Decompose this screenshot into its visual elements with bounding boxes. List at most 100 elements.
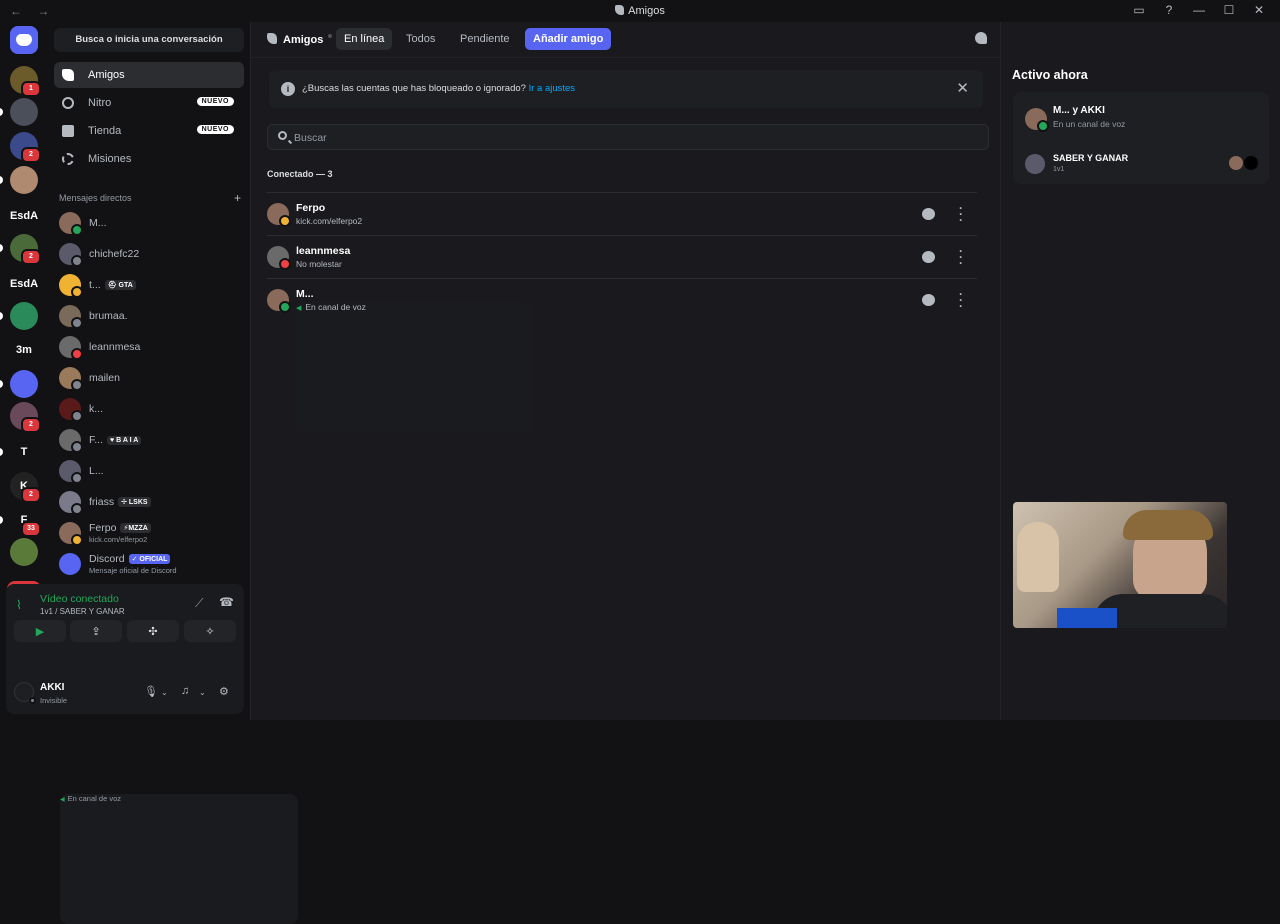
dm-name: brumaa. (89, 310, 128, 322)
friend-row[interactable]: Ferpo kick.com/elferpo2 · · · (267, 192, 977, 234)
inbox-icon[interactable]: ▭ (1124, 3, 1154, 17)
add-friend-button[interactable]: Añadir amigo (525, 28, 612, 50)
server-icon[interactable]: K2 (10, 472, 41, 503)
friend-status-text: kick.com/elferpo2 (296, 216, 363, 226)
dm-info: t... ⛑ GTA (89, 279, 136, 291)
title-bar: ← → Amigos ▭ ? — ☐ ✕ (0, 0, 1280, 22)
chevron-down-icon[interactable]: ⌄ (199, 688, 206, 697)
conversation-search-button[interactable]: Busca o inicia una conversación (54, 28, 244, 52)
more-options-icon[interactable]: · · · (959, 245, 963, 269)
tab-all[interactable]: Todos (398, 28, 443, 50)
dm-item[interactable]: mailen (54, 364, 244, 392)
avatar (59, 305, 83, 329)
unread-indicator (0, 516, 3, 524)
friend-name: M... (296, 288, 314, 300)
server-icon[interactable]: EsdA (10, 202, 38, 230)
nav-quests[interactable]: Misiones (54, 146, 244, 172)
dm-item[interactable]: Ferpo ⚡MZZA kick.com/elferpo2 (54, 519, 244, 547)
home-button[interactable] (10, 26, 38, 54)
status-indicator (71, 255, 83, 267)
noise-suppression-icon[interactable]: ⟋ (195, 596, 203, 611)
video-preview[interactable] (1013, 502, 1227, 628)
microphone-icon[interactable]: 🎙︎ (144, 685, 158, 698)
tab-online[interactable]: En línea (336, 28, 393, 50)
message-icon[interactable] (922, 251, 935, 263)
server-icon[interactable] (0, 370, 38, 398)
server-icon[interactable]: 3m (10, 336, 38, 364)
nitro-icon (62, 97, 74, 109)
window-title-text: Amigos (628, 5, 665, 17)
server-icon[interactable] (0, 98, 38, 126)
create-dm-button[interactable]: + (234, 191, 241, 205)
dm-name-row: mailen (89, 372, 120, 384)
activities-button[interactable]: ✣ (127, 620, 179, 642)
avatar (59, 367, 83, 391)
avatar (267, 289, 291, 313)
user-panel: AKKI Invisible 🎙︎ ⌄ ♫ ⌄ ⚙ (6, 676, 244, 712)
friend-row[interactable]: leannmesa No molestar · · · (267, 235, 977, 277)
dm-item[interactable]: leannmesa (54, 333, 244, 361)
close-button[interactable]: ✕ (1244, 3, 1274, 17)
dm-info: chichefc22 (89, 248, 139, 260)
settings-link[interactable]: Ir a ajustes (529, 83, 575, 94)
nav-friends[interactable]: Amigos (54, 62, 244, 88)
mention-badge: 2 (21, 147, 41, 163)
dm-item[interactable]: L... (54, 457, 244, 485)
avatar (59, 553, 81, 575)
server-icon[interactable]: 2 (10, 402, 41, 433)
voice-channel-link[interactable]: 1v1 / SABER Y GANAR (40, 607, 125, 616)
more-options-icon[interactable]: · · · (959, 202, 963, 226)
screen-share-button[interactable]: ⇪ (70, 620, 122, 642)
new-group-dm-icon[interactable] (975, 32, 987, 44)
message-icon[interactable] (922, 208, 935, 220)
dm-name-row: M... (89, 217, 107, 229)
active-now-card[interactable]: M... y AKKI En un canal de voz SABER Y G… (1013, 92, 1269, 184)
nav-shop-label: Tienda (88, 125, 122, 137)
window-title: Amigos (0, 5, 1280, 17)
dm-item[interactable]: chichefc22 (54, 240, 244, 268)
headphones-icon[interactable]: ♫ (181, 685, 189, 697)
server-icon[interactable]: F 33 (0, 506, 41, 537)
soundboard-button[interactable]: ✧ (184, 620, 236, 642)
help-icon[interactable]: ? (1154, 3, 1184, 17)
close-icon[interactable]: ✕ (956, 79, 969, 97)
dm-item[interactable]: brumaa. (54, 302, 244, 330)
dm-item[interactable]: friass ✢ LSKS (54, 488, 244, 516)
official-badge: ✓ OFICIAL (128, 554, 171, 564)
dm-item[interactable]: M... En canal de voz (54, 209, 298, 924)
tab-pending[interactable]: Pendiente (452, 28, 518, 50)
user-avatar[interactable] (14, 682, 36, 704)
server-icon[interactable]: T (0, 438, 38, 466)
dm-item[interactable]: k... (54, 395, 244, 423)
server-icon[interactable]: EsdA (10, 270, 38, 298)
dm-name: M... (89, 217, 107, 229)
maximize-button[interactable]: ☐ (1214, 3, 1244, 17)
dm-item[interactable]: F... ♥ B A I A (54, 426, 244, 454)
username[interactable]: AKKI (40, 682, 64, 693)
dm-item[interactable]: t... ⛑ GTA (54, 271, 244, 299)
server-icon[interactable] (0, 302, 38, 330)
friend-row[interactable]: M... En canal de voz · · · (267, 278, 977, 432)
friends-search-field[interactable]: Buscar (267, 124, 989, 150)
chevron-down-icon[interactable]: ⌄ (161, 688, 168, 697)
disconnect-icon[interactable]: ☎ (219, 595, 234, 609)
friend-status-text: En canal de voz (296, 302, 534, 432)
server-icon[interactable]: 1 (10, 66, 41, 97)
server-icon[interactable]: 2 (0, 234, 41, 265)
avatar (59, 522, 83, 546)
nav-shop[interactable]: Tienda NUEVO (54, 118, 244, 144)
nav-nitro[interactable]: Nitro NUEVO (54, 90, 244, 116)
new-badge: NUEVO (196, 97, 234, 106)
server-icon[interactable]: 2 (10, 132, 41, 163)
more-options-icon[interactable]: · · · (959, 288, 963, 312)
server-icon[interactable] (10, 538, 38, 566)
dm-info: k... (89, 403, 103, 415)
minimize-button[interactable]: — (1184, 3, 1214, 17)
message-icon[interactable] (922, 294, 935, 306)
dm-item[interactable]: Discord ✓ OFICIAL Mensaje oficial de Disco… (54, 550, 244, 578)
camera-button[interactable]: ▶ (14, 620, 66, 642)
video-hair (1123, 510, 1213, 540)
connection-signal-icon[interactable]: ⌇ (16, 598, 22, 612)
server-icon[interactable] (0, 166, 38, 194)
settings-gear-icon[interactable]: ⚙ (219, 685, 229, 698)
